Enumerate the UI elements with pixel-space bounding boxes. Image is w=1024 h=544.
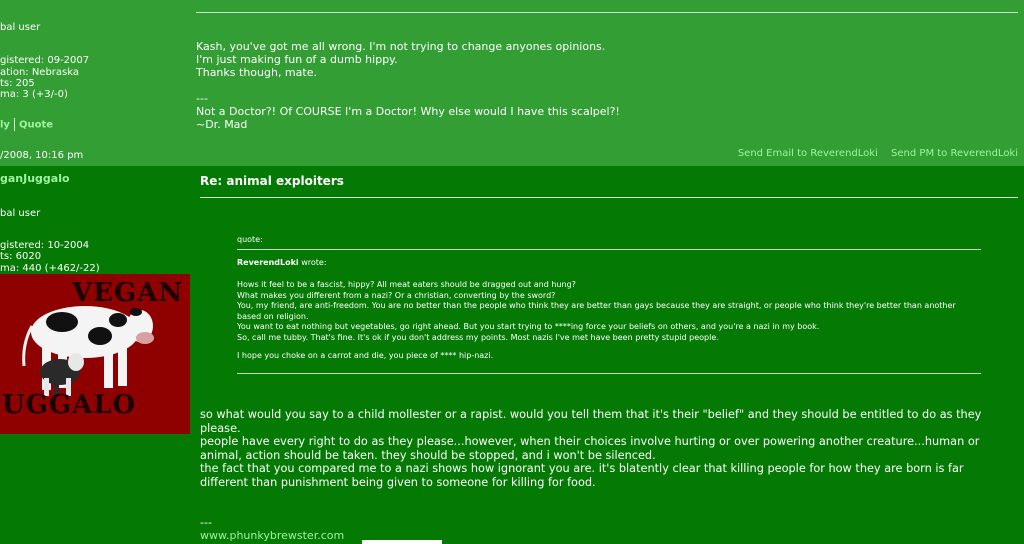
post1-line: I'm just making fun of a dumb hippy. [196,53,398,66]
quote-label: quote: [237,235,263,244]
user-rank: bal user [0,208,41,219]
post-title: Re: animal exploiters [200,174,344,188]
reply-link[interactable]: ly [0,120,10,131]
quote-line: What makes you different from a nazi? Or… [237,290,556,300]
quote-line: You want to eat nothing but vegetables, … [237,322,820,331]
user-rank: bal user [0,22,41,33]
quote-link[interactable]: Quote [19,120,53,131]
quote-line: I hope you choke on a carrot and die, yo… [237,351,494,360]
send-pm-link[interactable]: Send PM to ReverendLoki [891,148,1018,159]
post1-sig-line: Not a Doctor?! Of COURSE I'm a Doctor! W… [196,105,620,118]
user-registered: gistered: 10-2004 [0,240,90,251]
post1-line: Kash, you've got me all wrong. I'm not t… [196,40,606,53]
action-divider [13,118,15,131]
post1-actions: ly Quote [0,118,53,131]
send-email-link[interactable]: Send Email to ReverendLoki [738,148,878,159]
user-posts: ts: 6020 [0,251,42,262]
post2-body: so what would you say to a child mollest… [200,408,1015,489]
post2-paragraph: the fact that you compared me to a nazi … [200,462,964,489]
sig-dash: --- [200,516,212,529]
quote-line: So, call me tubby. That's fine. It's ok … [237,332,719,342]
user-location: ation: Nebraska [0,67,80,78]
signature-link[interactable]: www.phunkybrewster.com [200,529,344,542]
post2-paragraph: people have every right to do as they pl… [200,435,980,462]
post1-divider [196,12,1018,13]
quote-wrote: wrote: [298,258,327,267]
scrollbar-fragment [362,540,442,544]
post1-contact-links: Send Email to ReverendLoki Send PM to Re… [728,148,1018,159]
post2-divider [200,197,1018,198]
quote-line: You, my friend, are anti-freedom. You ar… [237,301,956,321]
user-posts: ts: 205 [0,78,35,89]
post-reverendloki: bal user gistered: 09-2007 ation: Nebras… [0,0,1024,166]
quote-divider-bottom [237,373,981,374]
post1-sig-line: --- [196,92,208,105]
post-veganjuggalo: ganJuggalo bal user gistered: 10-2004 ts… [0,166,1024,544]
post1-body: Kash, you've got me all wrong. I'm not t… [196,40,1016,131]
quote-author-name: ReverendLoki [237,258,299,267]
post1-sig-line: ~Dr. Mad [196,118,248,131]
post1-date: /2008, 10:16 pm [0,150,84,161]
user-registered: gistered: 09-2007 [0,55,90,66]
avatar: VEGAN UGGALO [0,274,190,434]
quote-line: Hows it feel to be a fascist, hippy? All… [237,280,576,289]
username-link[interactable]: ganJuggalo [0,172,70,185]
quote-author: ReverendLoki wrote: [237,258,327,267]
user-karma: ma: 440 (+462/-22) [0,263,100,274]
quote-body: Hows it feel to be a fascist, hippy? All… [237,280,981,362]
avatar-word-bottom: UGGALO [2,390,137,420]
quote-divider-top [237,249,981,250]
post1-line: Thanks though, mate. [196,66,317,79]
post2-paragraph: so what would you say to a child mollest… [200,408,982,435]
user-karma: ma: 3 (+3/-0) [0,89,68,100]
